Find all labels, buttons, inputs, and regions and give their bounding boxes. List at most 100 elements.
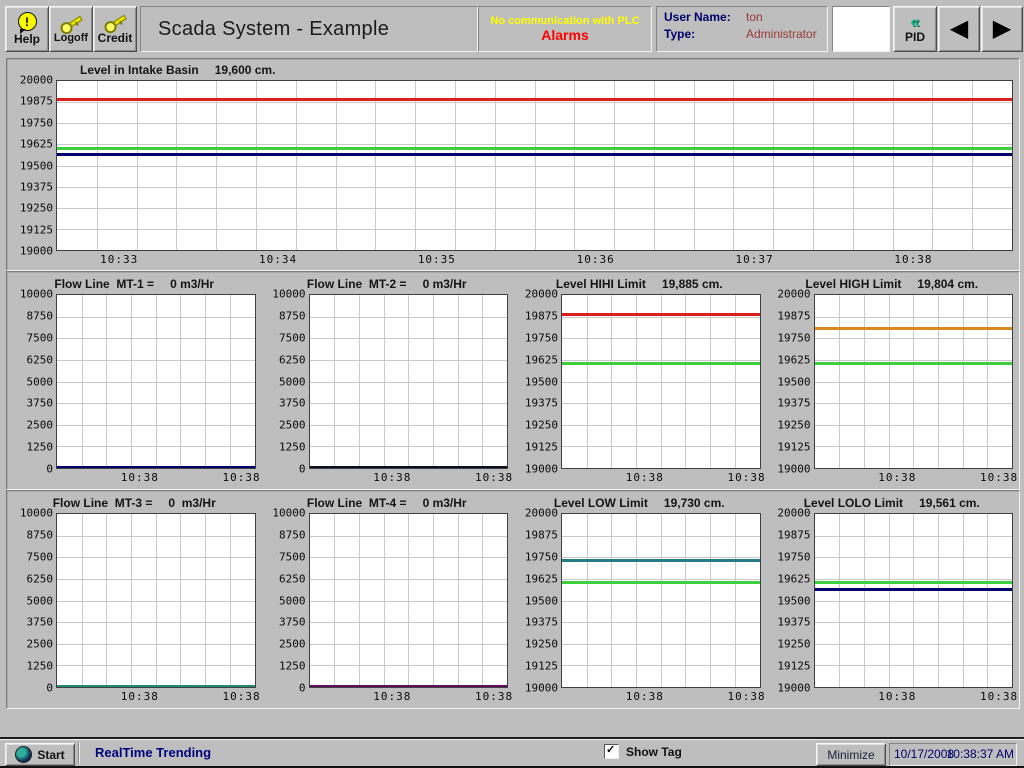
plot-area [56, 513, 256, 688]
gridline-horizontal [57, 123, 1012, 124]
gridline-horizontal [310, 557, 508, 558]
gridline-horizontal [562, 403, 760, 404]
y-axis: 2000019875197501962519500193751925019125… [766, 294, 814, 469]
gridline-horizontal [562, 382, 760, 383]
gridline-horizontal [310, 579, 508, 580]
start-button[interactable]: Start [5, 743, 75, 766]
gridline-horizontal [310, 403, 508, 404]
show-tag-checkbox[interactable] [604, 744, 619, 759]
y-tick-label: 19500 [777, 375, 810, 388]
y-tick-label: 5000 [27, 375, 54, 388]
minimize-button-label: Minimize [827, 748, 874, 762]
start-logo-icon [15, 746, 32, 763]
gridline-horizontal [310, 601, 508, 602]
y-tick-label: 19625 [525, 572, 558, 585]
chart-title-text: Flow Line MT-3 = [53, 496, 153, 510]
window-title-panel: Scada System - Example [140, 6, 478, 52]
gridline-horizontal [57, 338, 255, 339]
gridline-horizontal [57, 536, 255, 537]
alarms-link[interactable]: Alarms [541, 27, 588, 43]
x-tick-label: 10:38 [222, 471, 260, 484]
y-tick-label: 19500 [525, 375, 558, 388]
help-button[interactable]: ! Help [5, 6, 49, 52]
x-tick-label: 10:38 [222, 690, 260, 703]
pid-button[interactable]: « PID [893, 6, 937, 52]
y-tick-label: 19750 [777, 550, 810, 563]
credit-button[interactable]: Credit [93, 6, 137, 52]
x-tick-label: 10:38 [878, 471, 916, 484]
y-tick-label: 5000 [279, 375, 306, 388]
gridline-horizontal [562, 338, 760, 339]
y-tick-label: 1250 [27, 441, 54, 454]
gridline-horizontal [815, 360, 1013, 361]
gridline-horizontal [57, 644, 255, 645]
series-line-low-limit [562, 559, 760, 562]
gridline-horizontal [57, 187, 1012, 188]
y-tick-label: 20000 [525, 507, 558, 520]
y-tick-label: 2500 [27, 638, 54, 651]
gridline-horizontal [562, 317, 760, 318]
minimize-button[interactable]: Minimize [816, 743, 886, 766]
double-chevron-left-icon: « [910, 15, 919, 29]
chart-level-intake-basin: Level in Intake Basin19,600 cm.200001987… [8, 60, 1018, 269]
gridline-horizontal [815, 446, 1013, 447]
chart-title-text: Level HIHI Limit [556, 277, 646, 291]
y-tick-label: 0 [46, 682, 53, 695]
y-tick-label: 19875 [777, 528, 810, 541]
y-tick-label: 0 [299, 682, 306, 695]
gridline-horizontal [815, 557, 1013, 558]
chart-flow-mt3: Flow Line MT-3 =0 m3/Hr10000875075006250… [8, 493, 261, 706]
gridline-horizontal [815, 644, 1013, 645]
y-tick-label: 1250 [27, 660, 54, 673]
y-tick-label: 19250 [525, 419, 558, 432]
series-line-lolo-limit [57, 153, 1012, 156]
y-axis: 1000087507500625050003750250012500 [261, 513, 309, 688]
gridline-horizontal [815, 317, 1013, 318]
y-tick-label: 3750 [27, 616, 54, 629]
show-tag-label: Show Tag [626, 745, 682, 759]
y-tick-label: 19125 [525, 441, 558, 454]
chart-title-text: Level in Intake Basin [80, 63, 199, 77]
y-tick-label: 10000 [272, 288, 305, 301]
chart-value-text: 19,885 cm. [662, 277, 723, 291]
gridline-horizontal [310, 317, 508, 318]
y-tick-label: 20000 [777, 507, 810, 520]
gridline-horizontal [310, 536, 508, 537]
start-button-label: Start [37, 748, 64, 762]
series-line-level [57, 147, 1012, 150]
gridline-horizontal [310, 644, 508, 645]
y-tick-label: 20000 [20, 74, 53, 87]
gridline-horizontal [562, 601, 760, 602]
gridline-horizontal [57, 579, 255, 580]
gridline-horizontal [310, 382, 508, 383]
x-axis: 10:3810:38 [56, 688, 256, 706]
gridline-horizontal [57, 144, 1012, 145]
x-tick-label: 10:35 [418, 253, 456, 266]
x-tick-label: 10:34 [259, 253, 297, 266]
next-page-button[interactable]: ▶ [981, 6, 1023, 52]
y-tick-label: 20000 [777, 288, 810, 301]
x-tick-label: 10:38 [626, 471, 664, 484]
x-axis: 10:3810:38 [309, 688, 509, 706]
toolbar: ! Help Logoff Credit Scada System - Exam… [0, 0, 1024, 57]
user-info-panel: User Name: ton Type: Administrator [656, 6, 828, 52]
series-line-lolo-limit [815, 588, 1013, 591]
logoff-button[interactable]: Logoff [49, 6, 93, 52]
gridline-horizontal [310, 622, 508, 623]
gridline-horizontal [57, 425, 255, 426]
x-tick-label: 10:38 [727, 471, 765, 484]
y-tick-label: 8750 [27, 309, 54, 322]
series-line-level [562, 581, 760, 584]
x-tick-label: 10:38 [894, 253, 932, 266]
gridline-horizontal [815, 536, 1013, 537]
gridline-horizontal [815, 403, 1013, 404]
page-title: Scada System - Example [141, 18, 389, 41]
y-tick-label: 19000 [525, 463, 558, 476]
y-tick-label: 8750 [27, 528, 54, 541]
gridline-horizontal [562, 644, 760, 645]
y-tick-label: 10000 [272, 507, 305, 520]
arrow-right-icon: ▶ [993, 17, 1011, 41]
gridline-horizontal [57, 557, 255, 558]
previous-page-button[interactable]: ◀ [938, 6, 980, 52]
gridline-horizontal [57, 166, 1012, 167]
